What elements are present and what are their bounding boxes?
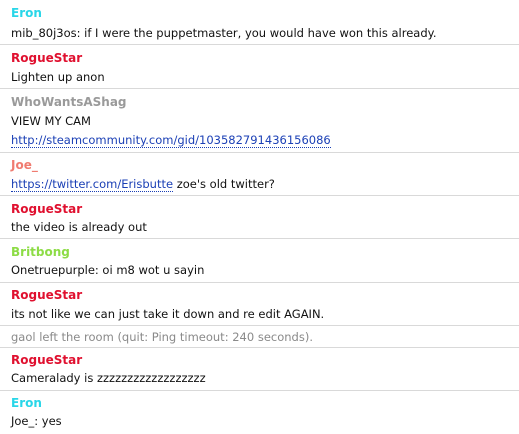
message-nick[interactable]: WhoWantsAShag [11,95,127,109]
chat-message: WhoWantsAShag VIEW MY CAM http://steamco… [0,90,519,153]
message-nick[interactable]: RogueStar [11,51,82,65]
message-text: Cameralady is zzzzzzzzzzzzzzzzzz [11,371,206,385]
message-line: https://twitter.com/Erisbutte zoe's old … [11,177,275,192]
message-text: the video is already out [11,220,147,234]
message-text: its not like we can just take it down an… [11,307,325,321]
chat-message: Joe_ https://twitter.com/Erisbutte zoe's… [0,154,519,196]
message-nick[interactable]: RogueStar [11,353,82,367]
chat-message: RogueStar Lighten up anon [0,46,519,89]
message-text: zoe's old twitter? [173,177,275,191]
chat-message: RogueStar the video is already out [0,197,519,239]
system-message-text: gaol left the room (quit: Ping timeout: … [11,330,313,344]
message-link[interactable]: http://steamcommunity.com/gid/1035827914… [11,133,331,148]
chat-message: RogueStar Cameralady is zzzzzzzzzzzzzzzz… [0,349,519,391]
message-nick[interactable]: RogueStar [11,202,82,216]
message-text: Joe_: yes [11,414,62,428]
system-message: gaol left the room (quit: Ping timeout: … [0,327,519,348]
message-nick[interactable]: Britbong [11,245,70,259]
message-nick[interactable]: Eron [11,396,42,410]
chat-message: RogueStar its not like we can just take … [0,284,519,326]
chat-log: Eron mib_80j3os: if I were the puppetmas… [0,0,519,434]
message-text: mib_80j3os: if I were the puppetmaster, … [11,26,437,40]
chat-message: Eron Joe_: yes [0,392,519,434]
message-nick[interactable]: RogueStar [11,288,82,302]
chat-message: Eron mib_80j3os: if I were the puppetmas… [0,0,519,45]
chat-message: Britbong Onetruepurple: oi m8 wot u sayi… [0,240,519,283]
message-text: Lighten up anon [11,70,105,84]
message-text: VIEW MY CAM [11,114,91,128]
message-text: Onetruepurple: oi m8 wot u sayin [11,263,205,277]
message-nick[interactable]: Joe_ [11,158,38,172]
message-nick[interactable]: Eron [11,6,42,20]
message-link[interactable]: https://twitter.com/Erisbutte [11,177,174,192]
